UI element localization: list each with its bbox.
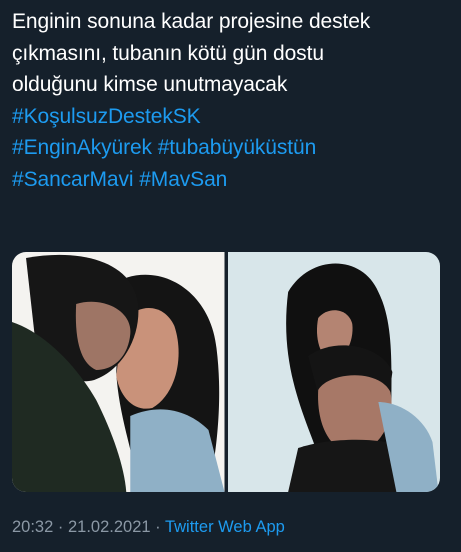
tweet-text: Enginin sonuna kadar projesine destek çı… [12, 6, 452, 195]
tweet-media [12, 252, 440, 492]
meta-separator: · [57, 518, 64, 536]
hashtag-link[interactable]: #SancarMavi [12, 168, 134, 191]
source-app-link[interactable]: Twitter Web App [165, 518, 285, 536]
tweet-date[interactable]: 21.02.2021 [68, 518, 151, 536]
hashtag-link[interactable]: #tubabüyüküstün [158, 136, 317, 159]
media-photo-1[interactable] [12, 252, 225, 492]
hashtag-link[interactable]: #MavSan [139, 168, 227, 191]
tweet-time[interactable]: 20:32 [12, 518, 53, 536]
tweet-text-line: çıkmasını, tubanın kötü gün dostu [12, 41, 324, 65]
media-photo-2[interactable] [227, 252, 440, 492]
hashtag-link[interactable]: #KoşulsuzDestekSK [12, 105, 201, 128]
hashtag-link[interactable]: #EnginAkyürek [12, 136, 152, 159]
tweet-text-line: Enginin sonuna kadar projesine destek [12, 10, 371, 33]
tweet-meta: 20:32 · 21.02.2021 · Twitter Web App [12, 518, 285, 537]
tweet-text-line: olduğunu kimse unutmayacak [12, 73, 288, 96]
meta-separator: · [155, 518, 161, 536]
